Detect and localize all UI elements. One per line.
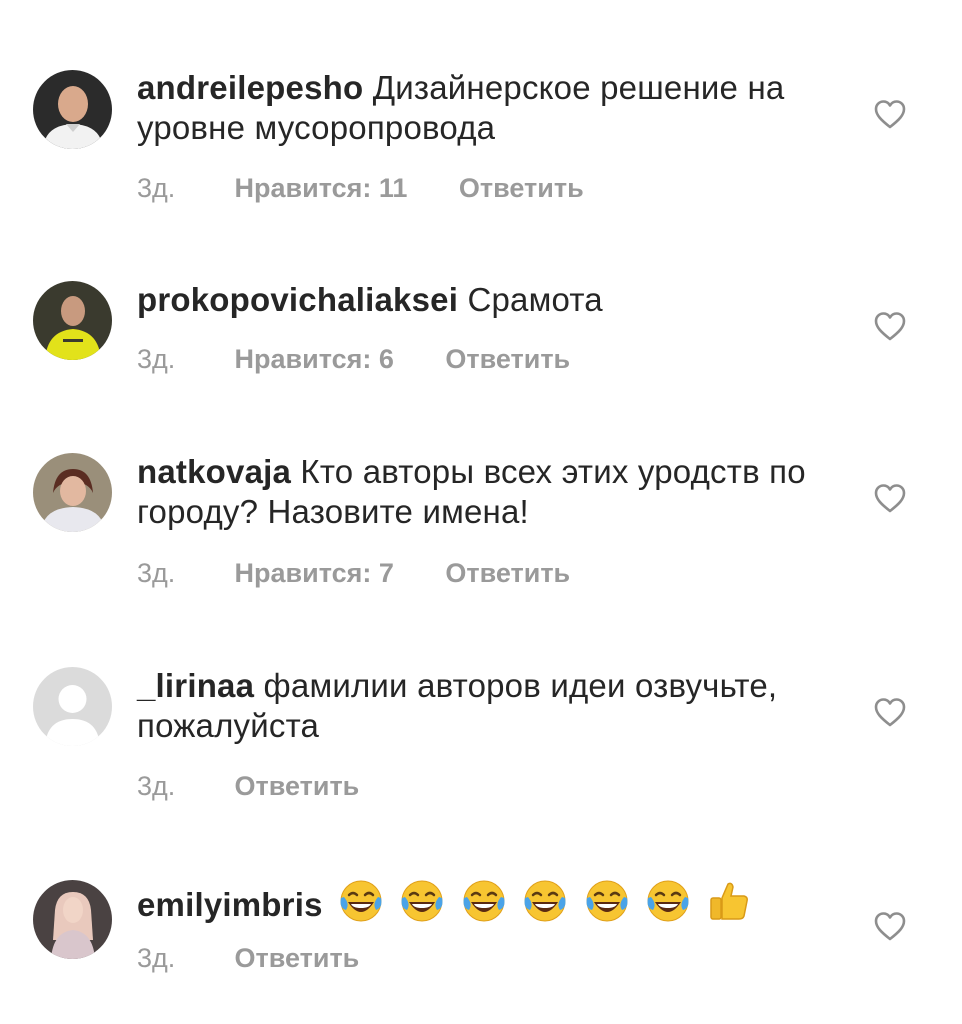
comment-meta: 3д. Нравится: 11 Ответить [137,172,584,204]
heart-icon[interactable] [873,98,907,130]
heart-icon[interactable] [873,310,907,342]
heart-icon[interactable] [873,910,907,942]
comment-text: prokopovichaliaksei Срамота [137,280,837,320]
comment-time: 3д. [137,558,176,588]
reply-button[interactable]: Ответить [235,770,360,802]
reply-button[interactable]: Ответить [459,172,584,204]
comment-username[interactable]: andreilepesho [137,69,363,106]
comment-time: 3д. [137,173,176,203]
comment-username[interactable]: emilyimbris [137,886,323,923]
face-with-tears-of-joy-icon [586,880,627,922]
avatar[interactable] [33,70,112,149]
comment-meta: 3д. Нравится: 7 Ответить [137,557,570,589]
reply-button[interactable]: Ответить [445,343,570,375]
comment-likes[interactable]: Нравится: 6 [235,343,394,375]
thumbs-up-icon [710,882,749,920]
comment-text: emilyimbris [137,878,837,933]
avatar[interactable] [33,880,112,959]
avatar[interactable] [33,667,112,746]
comment-username[interactable]: prokopovichaliaksei [137,281,458,318]
comment-time: 3д. [137,943,176,973]
emoji-row [338,878,758,933]
reply-button[interactable]: Ответить [235,942,360,974]
heart-icon[interactable] [873,696,907,728]
comment-username[interactable]: _lirinaa [137,667,254,704]
reply-button[interactable]: Ответить [445,557,570,589]
comment-time: 3д. [137,771,176,801]
comment-text: andreilepesho Дизайнерское решение на ур… [137,68,837,148]
face-with-tears-of-joy-icon [401,880,443,922]
comment-username[interactable]: natkovaja [137,453,291,490]
comment-likes[interactable]: Нравится: 11 [235,172,408,204]
face-with-tears-of-joy-icon [647,880,689,922]
heart-icon[interactable] [873,482,907,514]
face-with-tears-of-joy-icon [524,880,566,922]
comment-text: _lirinaa фамилии авторов идеи озвучьте, … [137,666,837,746]
comment-meta: 3д. Нравится: 6 Ответить [137,343,570,375]
comment-text: natkovaja Кто авторы всех этих уродств п… [137,452,837,532]
comment-meta: 3д. Ответить [137,770,359,802]
comment-message: Срамота [467,281,603,318]
avatar[interactable] [33,281,112,360]
face-with-tears-of-joy-icon [340,880,382,922]
comment-time: 3д. [137,344,176,374]
avatar[interactable] [33,453,112,532]
face-with-tears-of-joy-icon [463,880,505,922]
comment-likes[interactable]: Нравится: 7 [235,557,394,589]
comment-meta: 3д. Ответить [137,942,359,974]
